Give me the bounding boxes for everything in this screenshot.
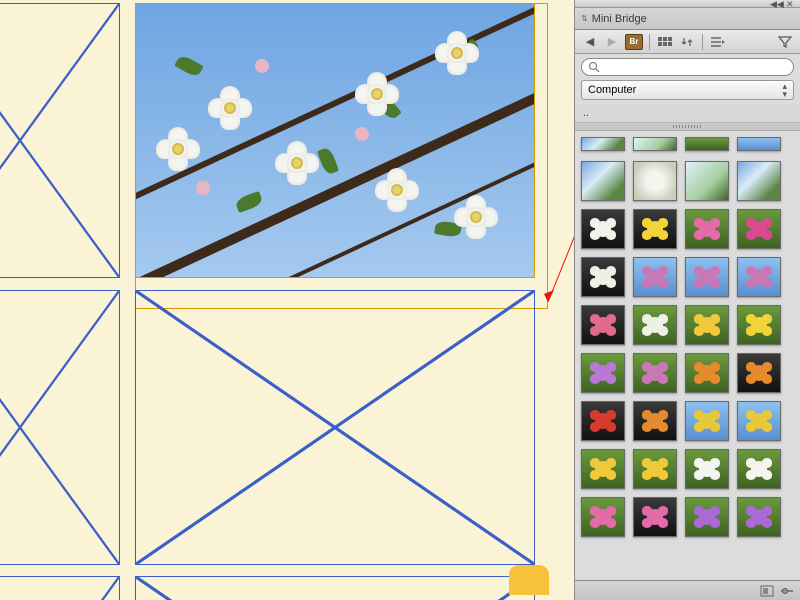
thumbnail-landscape-1[interactable] — [581, 137, 625, 151]
nav-back-button[interactable]: ◀ — [581, 34, 599, 50]
chevron-updown-icon: ⇅ — [581, 14, 588, 23]
thumbnail-blossom-3[interactable] — [685, 161, 729, 201]
thumbnail-daisy-1[interactable] — [685, 449, 729, 489]
location-selected-label: Computer — [588, 84, 636, 96]
list-menu-icon[interactable] — [709, 34, 727, 50]
thumbnail-flower-torch[interactable] — [737, 353, 781, 393]
sort-icon[interactable] — [678, 34, 696, 50]
panel-tab-mini-bridge[interactable]: ⇅ Mini Bridge — [581, 13, 647, 25]
view-mode-icon[interactable] — [656, 34, 674, 50]
slider-icon[interactable] — [780, 584, 794, 598]
image-frame-left-top[interactable] — [0, 3, 120, 278]
chevron-updown-icon: ▴▾ — [782, 82, 787, 98]
thumbnail-flower-pink-2[interactable] — [737, 209, 781, 249]
document-canvas[interactable] — [0, 0, 574, 600]
filter-icon[interactable] — [776, 34, 794, 50]
thumbnail-flower-white[interactable] — [581, 209, 625, 249]
mini-bridge-panel: ◀◀ ✕ ⇅ Mini Bridge ◀ ▶ Br — [574, 0, 800, 600]
thumbnail-trumpet-1[interactable] — [685, 401, 729, 441]
thumbnail-flower-fox-4[interactable] — [633, 353, 677, 393]
page-indicator-tab[interactable] — [509, 565, 549, 595]
panel-top-strip: ◀◀ ✕ — [575, 0, 800, 8]
panel-toolbar: ◀ ▶ Br — [575, 30, 800, 54]
image-frame-left-bottom[interactable] — [0, 290, 120, 565]
thumbnail-rose-yellow[interactable] — [685, 305, 729, 345]
thumbnail-dahlia-pink-2[interactable] — [633, 497, 677, 537]
search-field-wrap[interactable] — [581, 58, 794, 76]
thumbnail-flower-fox-3[interactable] — [737, 257, 781, 297]
thumbnail-landscape-4[interactable] — [737, 137, 781, 151]
thumbnail-flower-mix[interactable] — [633, 401, 677, 441]
image-frame-left-bottom2[interactable] — [0, 576, 120, 600]
image-frame-main-filled[interactable] — [135, 3, 535, 278]
thumbnail-flower-yellow-1[interactable] — [633, 209, 677, 249]
preview-icon[interactable] — [760, 584, 774, 598]
panel-drag-handle[interactable] — [575, 123, 800, 131]
thumbnail-flower-white-2[interactable] — [581, 257, 625, 297]
thumbnail-dahlia-pink[interactable] — [581, 497, 625, 537]
path-dots: .. — [583, 107, 589, 119]
thumbnail-trumpet-2[interactable] — [737, 401, 781, 441]
search-input[interactable] — [600, 61, 787, 73]
drag-arrow-indicator — [540, 190, 574, 310]
image-frame-lower2[interactable] — [135, 576, 535, 600]
thumbnail-daisy-2[interactable] — [737, 449, 781, 489]
thumbnail-flower-fox-1[interactable] — [633, 257, 677, 297]
thumbnail-flower-orange[interactable] — [685, 353, 729, 393]
thumbnail-scroll-area[interactable] — [575, 131, 800, 580]
thumbnail-flower-red[interactable] — [581, 401, 625, 441]
thumbnail-rose-yellow-3[interactable] — [581, 449, 625, 489]
thumbnail-blossom-2[interactable] — [633, 161, 677, 201]
panel-footer — [575, 580, 800, 600]
nav-forward-button[interactable]: ▶ — [603, 34, 621, 50]
thumbnail-rose-pink[interactable] — [581, 305, 625, 345]
panel-title-label: Mini Bridge — [592, 13, 647, 25]
image-frame-lower[interactable] — [135, 290, 535, 565]
bridge-launch-button[interactable]: Br — [625, 34, 643, 50]
thumbnail-aster-purple-2[interactable] — [737, 497, 781, 537]
thumbnail-rose-white[interactable] — [633, 305, 677, 345]
thumbnail-flower-pink-1[interactable] — [685, 209, 729, 249]
thumbnail-flower-purple[interactable] — [581, 353, 625, 393]
thumbnail-flower-fox-2[interactable] — [685, 257, 729, 297]
thumbnail-landscape-3[interactable] — [685, 137, 729, 151]
path-breadcrumb[interactable]: .. — [575, 104, 800, 123]
thumbnail-blossom-4[interactable] — [737, 161, 781, 201]
thumbnail-blossom-1[interactable] — [581, 161, 625, 201]
thumbnail-rose-yellow-4[interactable] — [633, 449, 677, 489]
thumbnail-aster-purple[interactable] — [685, 497, 729, 537]
thumbnail-landscape-2[interactable] — [633, 137, 677, 151]
panel-tab-bar: ⇅ Mini Bridge — [575, 8, 800, 30]
search-icon — [588, 61, 600, 73]
close-icon[interactable]: ✕ — [786, 0, 796, 8]
location-dropdown[interactable]: Computer ▴▾ — [581, 80, 794, 100]
collapse-icon[interactable]: ◀◀ — [770, 0, 780, 8]
placed-image-blossoms — [136, 4, 534, 277]
thumbnail-rose-yellow-2[interactable] — [737, 305, 781, 345]
